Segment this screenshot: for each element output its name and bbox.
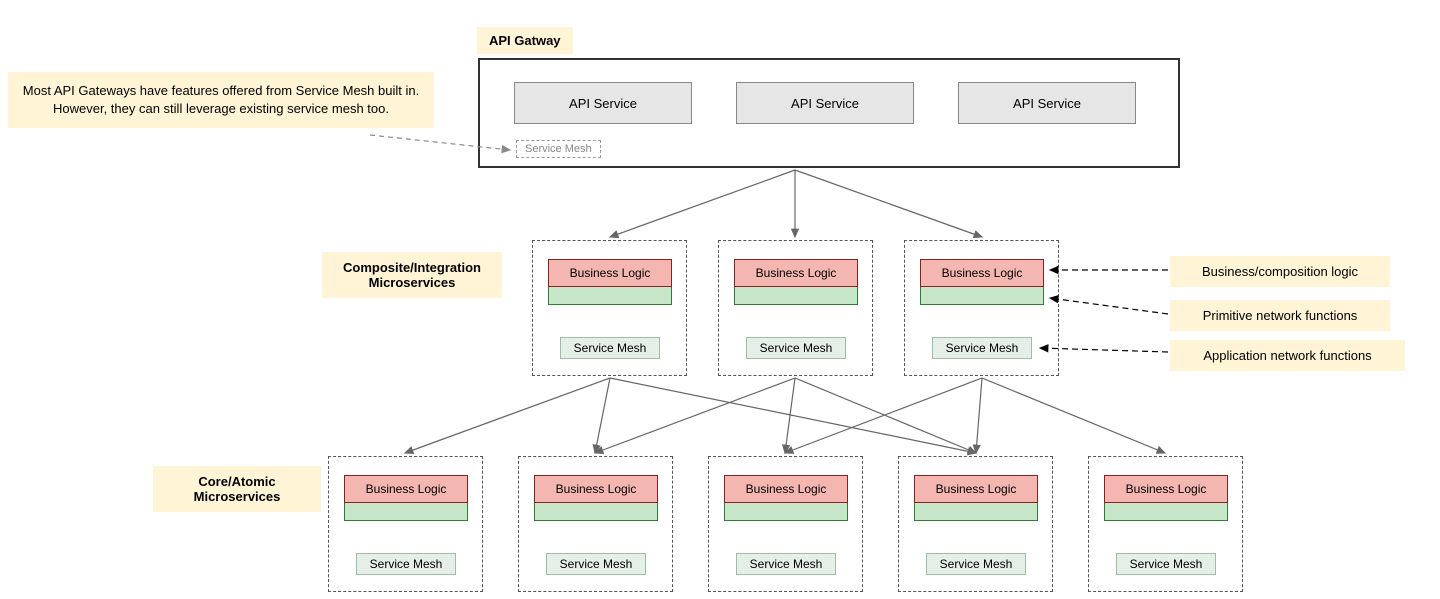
business-logic-box: Business Logic [914,475,1038,503]
primitive-network-box [724,503,848,521]
composite-label: Composite/Integration Microservices [322,252,502,298]
business-logic-box: Business Logic [534,475,658,503]
primitive-network-box [344,503,468,521]
service-mesh-box: Service Mesh [926,553,1026,575]
business-logic-box: Business Logic [920,259,1044,287]
primitive-network-box [1104,503,1228,521]
service-mesh-box: Service Mesh [560,337,660,359]
composite-microservice: Business Logic Service Mesh [532,240,687,376]
core-microservice: Business Logic Service Mesh [708,456,863,592]
core-label-text: Core/Atomic Microservices [167,474,307,504]
composite-label-text: Composite/Integration Microservices [336,260,488,290]
legend-business-logic: Business/composition logic [1170,256,1390,287]
service-mesh-box: Service Mesh [356,553,456,575]
business-logic-box: Business Logic [1104,475,1228,503]
primitive-network-box [734,287,858,305]
business-logic-box: Business Logic [548,259,672,287]
service-mesh-box: Service Mesh [736,553,836,575]
core-microservice: Business Logic Service Mesh [518,456,673,592]
api-service-box: API Service [736,82,914,124]
primitive-network-box [534,503,658,521]
service-mesh-box: Service Mesh [746,337,846,359]
core-microservice: Business Logic Service Mesh [328,456,483,592]
core-microservice: Business Logic Service Mesh [898,456,1053,592]
primitive-network-box [920,287,1044,305]
composite-microservice: Business Logic Service Mesh [718,240,873,376]
api-gateway-title: API Gatway [477,27,573,54]
service-mesh-box: Service Mesh [1116,553,1216,575]
composite-microservice: Business Logic Service Mesh [904,240,1059,376]
service-mesh-box: Service Mesh [546,553,646,575]
business-logic-box: Business Logic [344,475,468,503]
business-logic-box: Business Logic [734,259,858,287]
api-service-box: API Service [958,82,1136,124]
legend-primitive-network: Primitive network functions [1170,300,1390,331]
gateway-service-mesh: Service Mesh [516,140,601,158]
primitive-network-box [548,287,672,305]
note-api-gateway: Most API Gateways have features offered … [8,72,434,128]
core-label: Core/Atomic Microservices [153,466,321,512]
core-microservice: Business Logic Service Mesh [1088,456,1243,592]
legend-application-network: Application network functions [1170,340,1405,371]
primitive-network-box [914,503,1038,521]
api-gateway-container: API Service API Service API Service Serv… [478,58,1180,168]
service-mesh-box: Service Mesh [932,337,1032,359]
business-logic-box: Business Logic [724,475,848,503]
api-service-box: API Service [514,82,692,124]
